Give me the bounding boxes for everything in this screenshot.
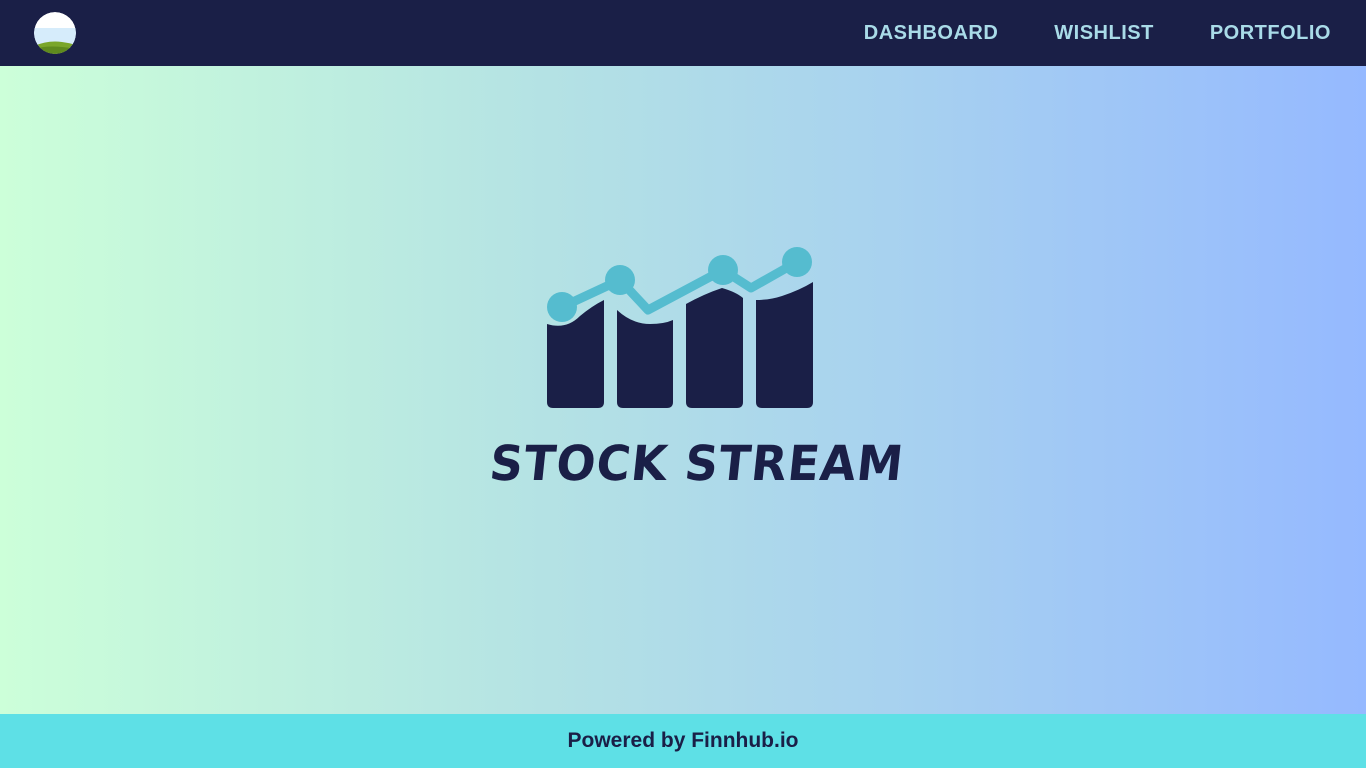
footer-attribution: Powered by Finnhub.io	[567, 729, 799, 752]
home-logo[interactable]	[34, 12, 76, 54]
hero-section: STOCK STREAM	[0, 66, 1366, 714]
page: DASHBOARD WISHLIST PORTFOLIO STOCK STREA…	[0, 0, 1366, 768]
main-nav: DASHBOARD WISHLIST PORTFOLIO	[864, 0, 1331, 66]
nav-link-dashboard[interactable]: DASHBOARD	[864, 22, 999, 45]
brand-name: STOCK STREAM	[487, 434, 907, 492]
rising-bar-chart-icon	[547, 247, 813, 408]
footer: Powered by Finnhub.io	[0, 714, 1366, 768]
navbar: DASHBOARD WISHLIST PORTFOLIO	[0, 0, 1366, 66]
brand-block: STOCK STREAM	[487, 236, 907, 496]
nav-link-wishlist[interactable]: WISHLIST	[1054, 22, 1154, 45]
nav-link-portfolio[interactable]: PORTFOLIO	[1210, 22, 1331, 45]
landscape-avatar-icon	[34, 12, 76, 54]
